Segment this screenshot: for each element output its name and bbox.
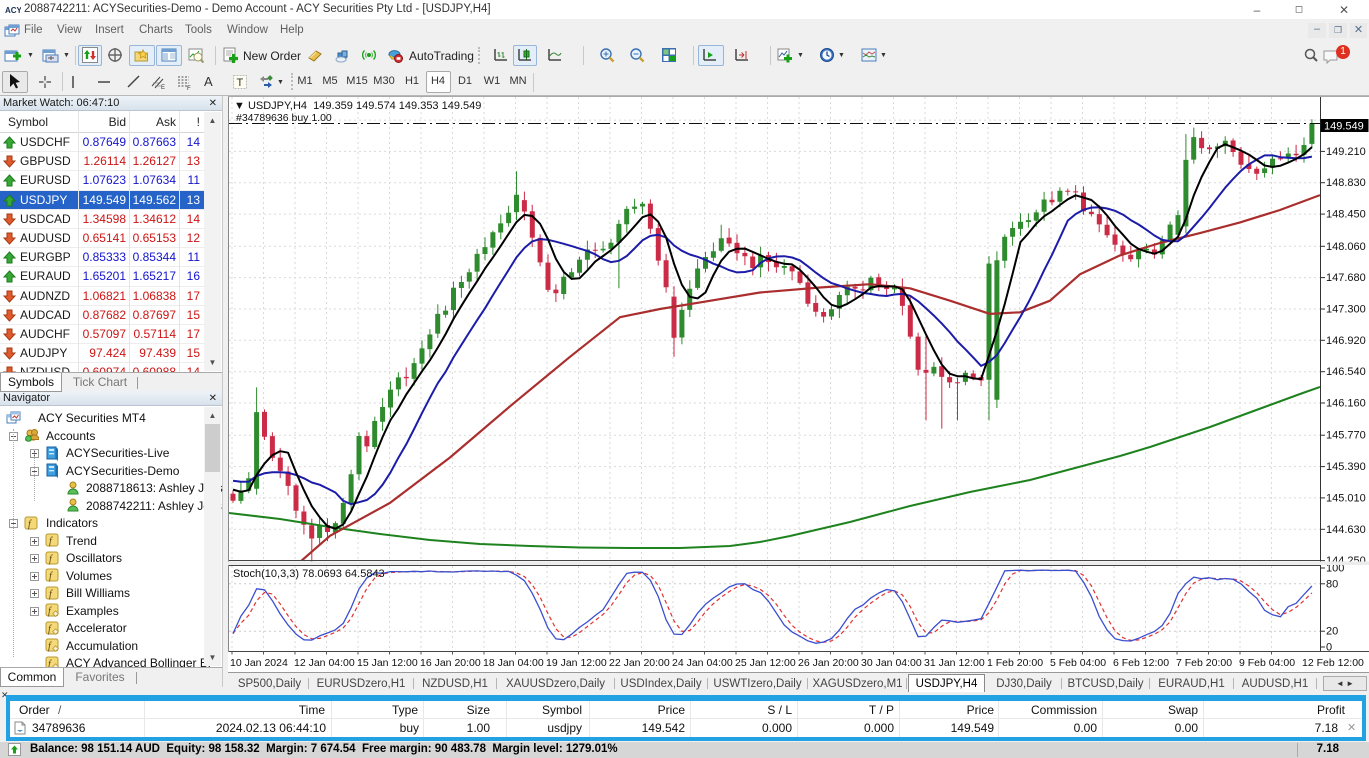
svg-text:▼ USDJPY,H4 149.359 149.574 1: ▼ USDJPY,H4 149.359 149.574 149.353 149.… (234, 100, 481, 112)
svg-text:16 Jan 20:00: 16 Jan 20:00 (420, 657, 481, 669)
svg-text:7 Feb 20:00: 7 Feb 20:00 (1176, 657, 1232, 669)
svg-text:30 Jan 04:00: 30 Jan 04:00 (861, 657, 922, 669)
svg-text:148.830: 148.830 (1326, 177, 1366, 189)
svg-text:10 Jan 2024: 10 Jan 2024 (230, 657, 288, 669)
svg-text:12 Jan 04:00: 12 Jan 04:00 (294, 657, 355, 669)
svg-text:12 Feb 12:00: 12 Feb 12:00 (1302, 657, 1364, 669)
svg-text:6 Feb 12:00: 6 Feb 12:00 (1113, 657, 1169, 669)
svg-text:145.390: 145.390 (1326, 461, 1366, 473)
svg-text:ACY: ACY (5, 6, 21, 15)
svg-text:1 Feb 20:00: 1 Feb 20:00 (987, 657, 1043, 669)
svg-text:149.549: 149.549 (1324, 121, 1364, 133)
svg-text:Stoch(10,3,3) 78.0693 64.5843: Stoch(10,3,3) 78.0693 64.5843 (233, 568, 385, 580)
svg-text:145.010: 145.010 (1326, 492, 1366, 504)
svg-text:18 Jan 04:00: 18 Jan 04:00 (483, 657, 544, 669)
svg-text:144.630: 144.630 (1326, 524, 1366, 536)
svg-text:15 Jan 12:00: 15 Jan 12:00 (357, 657, 418, 669)
svg-text:9 Feb 04:00: 9 Feb 04:00 (1239, 657, 1295, 669)
svg-text:25 Jan 12:00: 25 Jan 12:00 (735, 657, 796, 669)
svg-text:0: 0 (1326, 642, 1332, 654)
svg-text:145.770: 145.770 (1326, 430, 1366, 442)
svg-text:147.680: 147.680 (1326, 272, 1366, 284)
svg-text:149.210: 149.210 (1326, 146, 1366, 158)
svg-text:22 Jan 20:00: 22 Jan 20:00 (609, 657, 670, 669)
svg-text:146.160: 146.160 (1326, 398, 1366, 410)
svg-text:146.540: 146.540 (1326, 366, 1366, 378)
svg-text:20: 20 (1326, 626, 1338, 638)
svg-text:80: 80 (1326, 578, 1338, 590)
svg-text:5 Feb 04:00: 5 Feb 04:00 (1050, 657, 1106, 669)
svg-text:#34789636 buy 1.00: #34789636 buy 1.00 (236, 112, 332, 124)
svg-text:147.300: 147.300 (1326, 304, 1366, 316)
svg-text:31 Jan 12:00: 31 Jan 12:00 (924, 657, 985, 669)
svg-text:148.450: 148.450 (1326, 209, 1366, 221)
svg-text:E: E (161, 85, 165, 91)
svg-text:F: F (187, 86, 191, 91)
svg-text:19 Jan 12:00: 19 Jan 12:00 (546, 657, 607, 669)
svg-text:24 Jan 04:00: 24 Jan 04:00 (672, 657, 733, 669)
svg-text:T: T (237, 77, 244, 89)
svg-text:148.060: 148.060 (1326, 241, 1366, 253)
svg-text:26 Jan 20:00: 26 Jan 20:00 (798, 657, 859, 669)
svg-text:146.920: 146.920 (1326, 335, 1366, 347)
